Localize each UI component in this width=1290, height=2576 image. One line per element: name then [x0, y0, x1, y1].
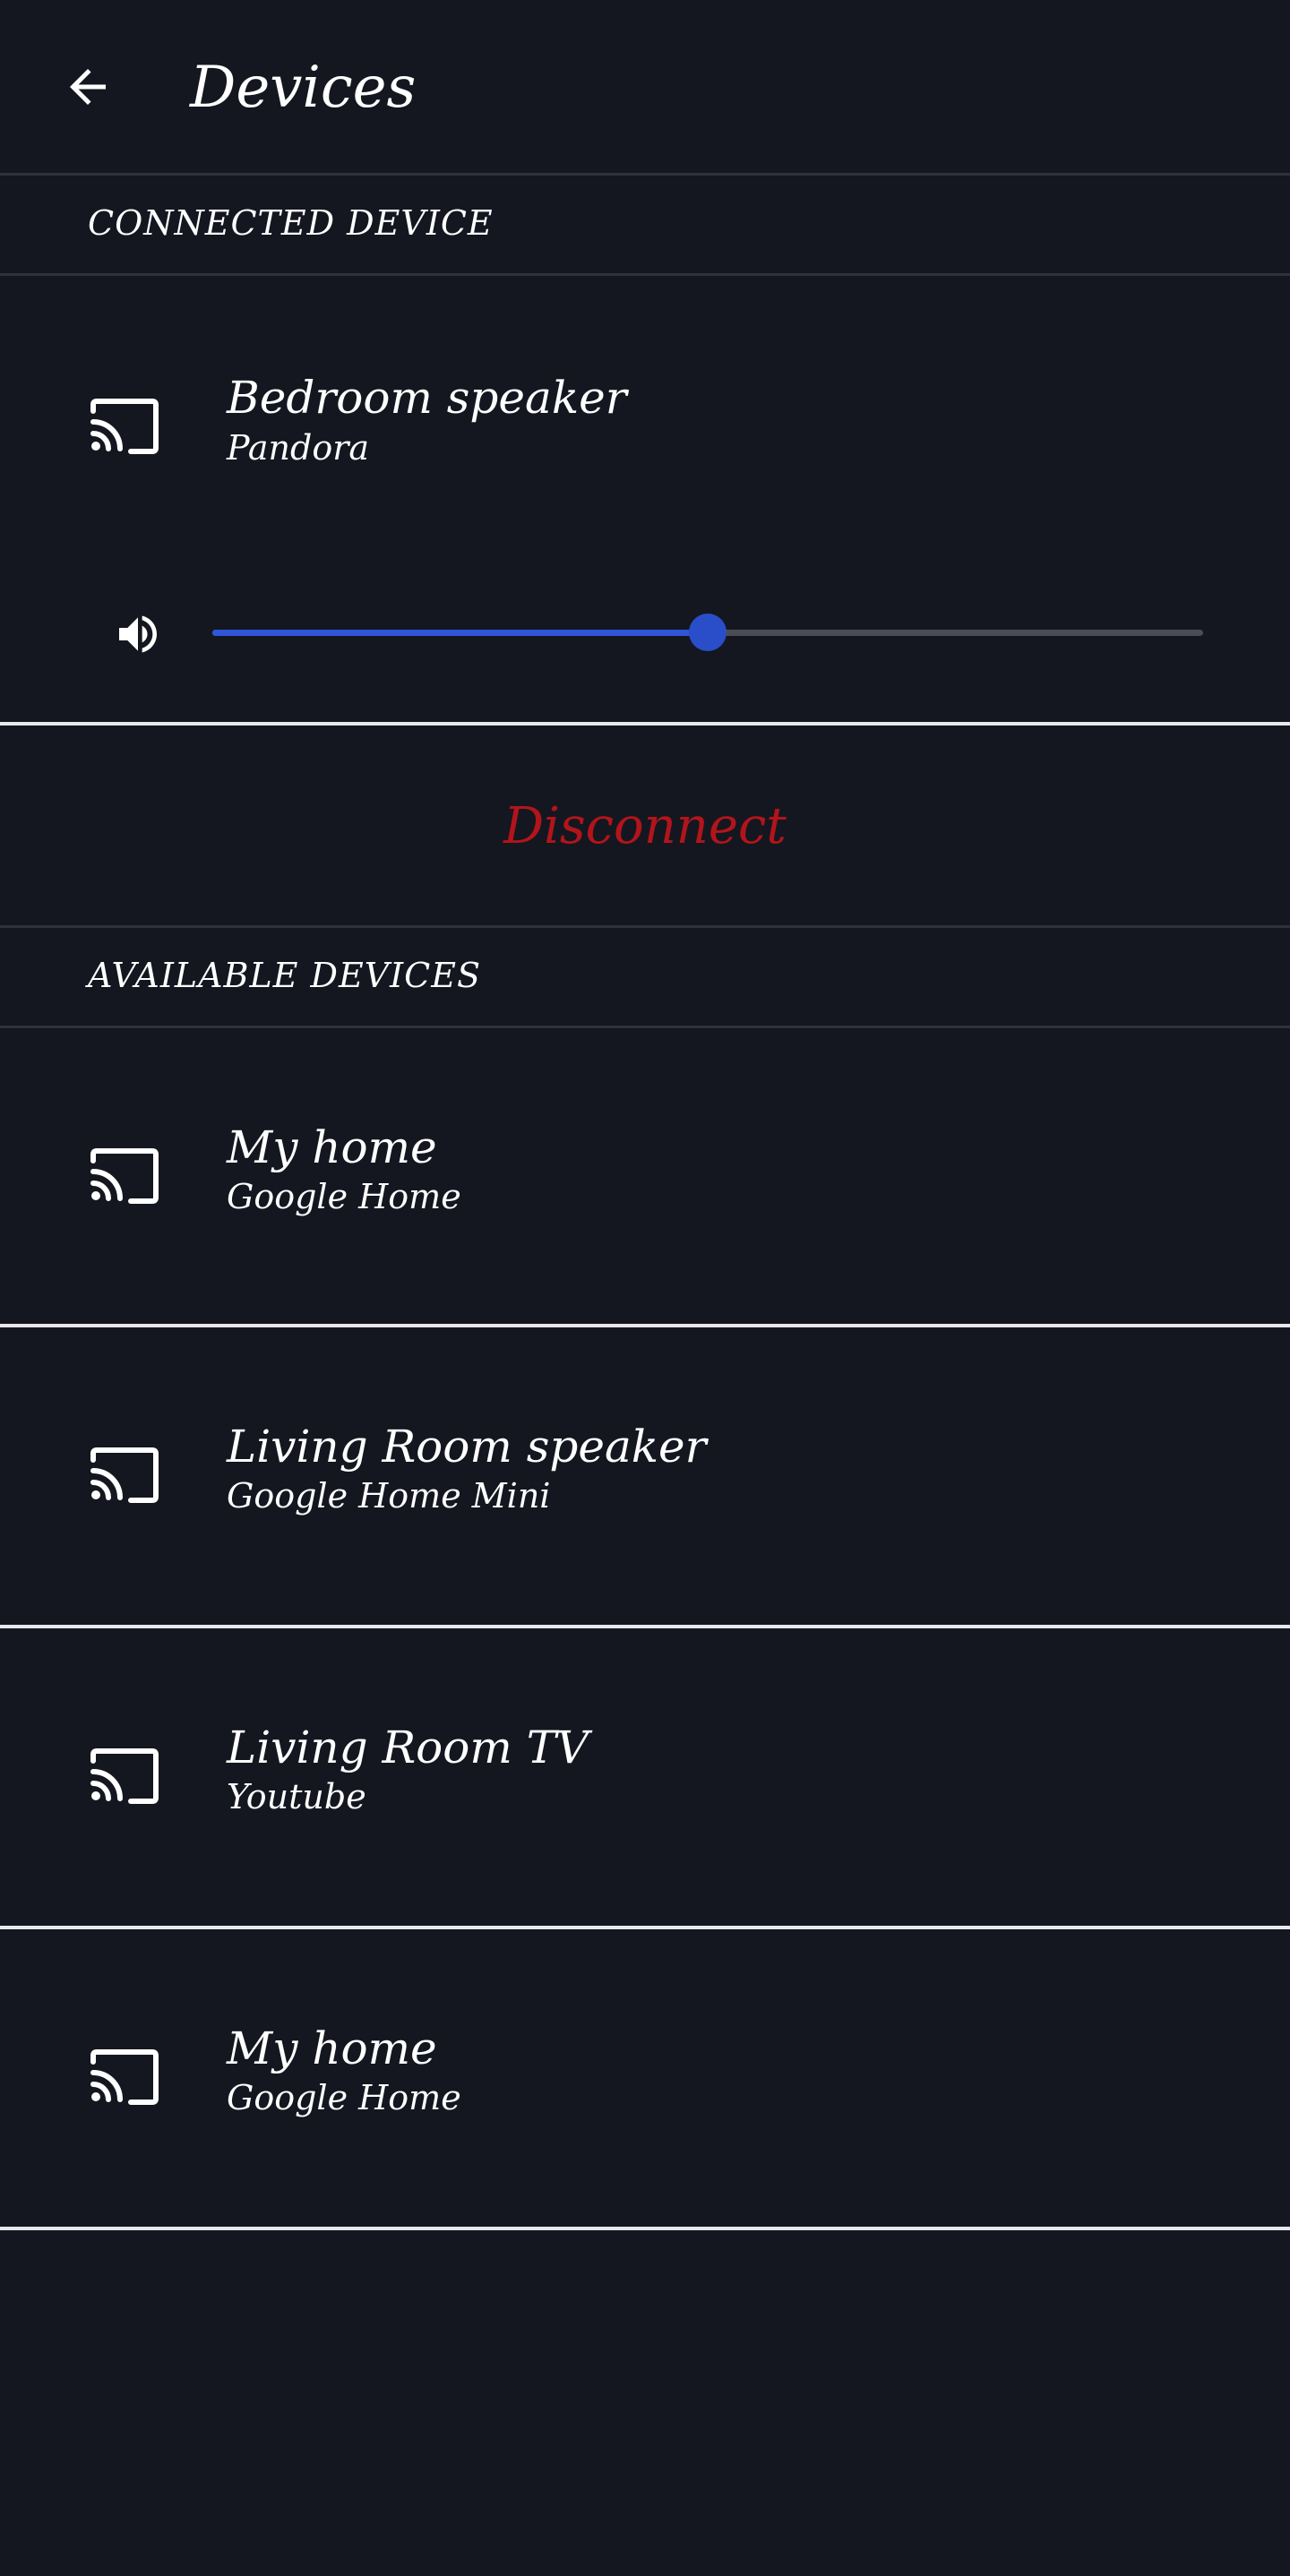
- disconnect-label: Disconnect: [503, 796, 787, 855]
- device-subtitle: Pandora: [227, 428, 370, 468]
- back-button[interactable]: [48, 47, 127, 126]
- device-name: Bedroom speaker: [227, 372, 627, 424]
- volume-slider-fill: [212, 630, 708, 636]
- page-title: Devices: [190, 55, 417, 121]
- device-subtitle: Youtube: [227, 1777, 366, 1816]
- cast-icon: [90, 399, 159, 454]
- section-label-available: AVAILABLE DEVICES: [88, 956, 482, 995]
- connected-device-row[interactable]: Bedroom speaker Pandora: [0, 276, 1290, 545]
- device-name: My home: [227, 2022, 437, 2074]
- device-subtitle: Google Home Mini: [227, 1476, 551, 1516]
- disconnect-button[interactable]: Disconnect: [0, 727, 1290, 928]
- volume-slider-thumb[interactable]: [689, 614, 727, 651]
- device-name: Living Room speaker: [227, 1421, 707, 1473]
- cast-icon: [90, 1148, 159, 1204]
- device-subtitle: Google Home: [227, 2078, 461, 2117]
- section-label-connected: CONNECTED DEVICE: [88, 203, 494, 243]
- device-row[interactable]: Living Room speaker Google Home Mini: [0, 1327, 1290, 1623]
- arrow-left-icon: [70, 69, 106, 105]
- device-row[interactable]: My home Google Home: [0, 1929, 1290, 2225]
- section-header-connected: CONNECTED DEVICE: [0, 176, 1290, 276]
- cast-icon: [90, 2049, 159, 2105]
- cast-icon: [90, 1748, 159, 1804]
- volume-icon: [119, 615, 157, 653]
- section-header-available: AVAILABLE DEVICES: [0, 928, 1290, 1028]
- device-name: My home: [227, 1121, 437, 1173]
- device-row[interactable]: My home Google Home: [0, 1028, 1290, 1324]
- divider: [0, 722, 1290, 726]
- top-app-bar: Devices: [0, 0, 1290, 176]
- volume-slider[interactable]: [212, 605, 1203, 659]
- device-row[interactable]: Living Room TV Youtube: [0, 1628, 1290, 1924]
- divider: [0, 2227, 1290, 2230]
- cast-icon: [90, 1447, 159, 1503]
- device-subtitle: Google Home: [227, 1177, 461, 1216]
- device-name: Living Room TV: [227, 1722, 589, 1773]
